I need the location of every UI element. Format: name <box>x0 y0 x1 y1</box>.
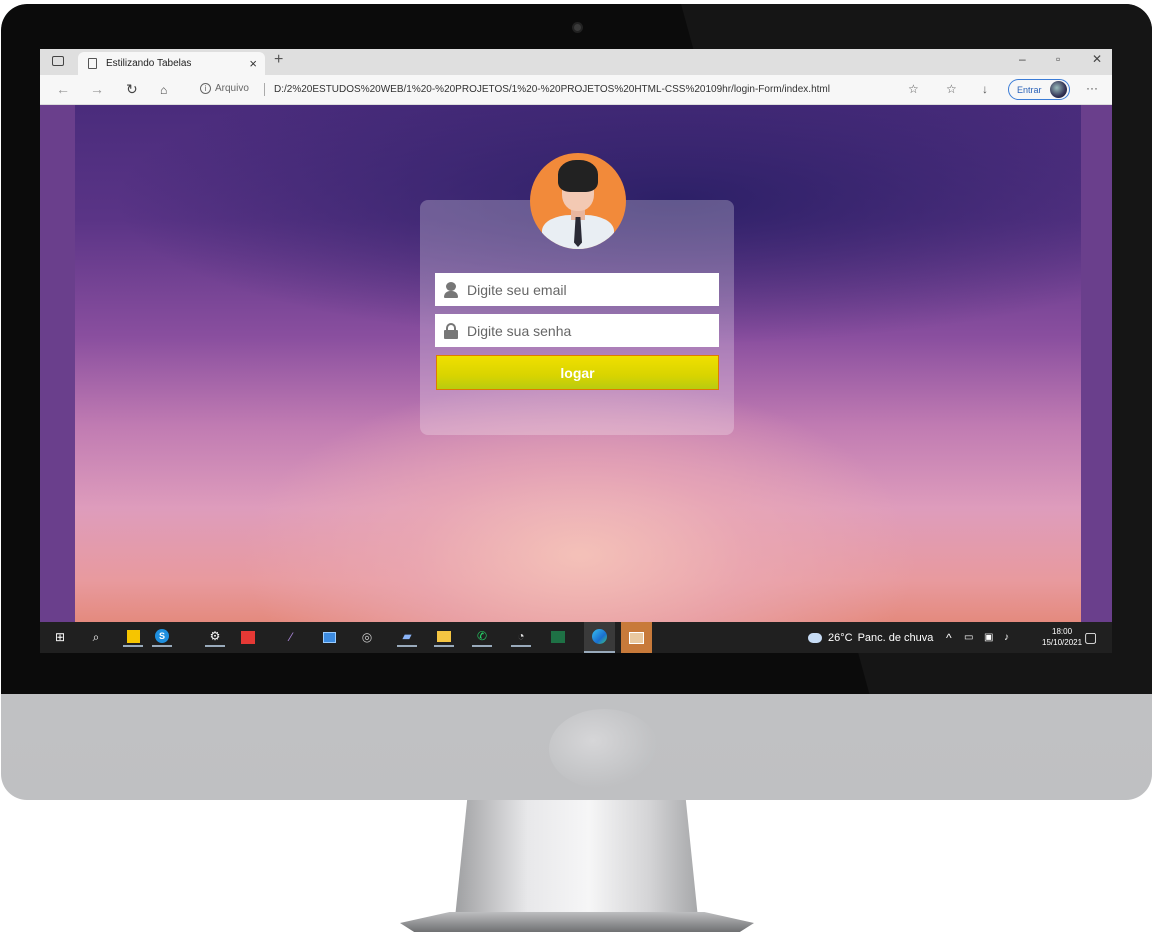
monitor-stand <box>455 800 698 918</box>
anydesk-icon[interactable] <box>238 627 258 647</box>
apple-logo-icon <box>549 709 659 789</box>
file-explorer-icon[interactable] <box>434 627 454 647</box>
downloads-icon[interactable]: ↓ <box>982 82 988 96</box>
skype-icon[interactable]: S <box>152 627 172 647</box>
clock-time: 18:00 <box>1052 627 1073 636</box>
browser-address-bar: ← → ↻ ⌂ i Arquivo D:/2%20ESTUDOS%20WEB/1… <box>40 75 1112 105</box>
site-info[interactable]: i Arquivo <box>200 83 249 94</box>
search-icon[interactable]: ⌕ <box>86 627 106 647</box>
network-icon[interactable]: ▣ <box>984 622 993 653</box>
browser-tab-bar: Estilizando Tabelas × + – ▫ ✕ <box>40 49 1112 75</box>
paint-icon[interactable] <box>621 622 652 653</box>
edge-icon[interactable] <box>584 622 615 653</box>
tab-close-icon[interactable]: × <box>249 56 257 71</box>
stage: Estilizando Tabelas × + – ▫ ✕ ← → ↻ ⌂ i … <box>0 0 1153 945</box>
avatar-hair <box>558 160 598 192</box>
screen: Estilizando Tabelas × + – ▫ ✕ ← → ↻ ⌂ i … <box>40 49 1112 653</box>
tab-title: Estilizando Tabelas <box>106 58 192 69</box>
notifications-icon[interactable]: ▢ <box>1084 622 1097 653</box>
close-window-button[interactable]: ✕ <box>1092 52 1102 66</box>
weather-widget[interactable]: 26°C Panc. de chuva <box>808 622 933 653</box>
chevron-up-icon[interactable]: ^ <box>946 622 952 653</box>
page-icon <box>88 58 97 69</box>
avatar <box>1050 81 1067 98</box>
back-arrow-icon[interactable]: ← <box>56 81 70 97</box>
cloud-icon <box>808 632 822 643</box>
email-input[interactable] <box>467 281 707 298</box>
password-input[interactable] <box>467 322 707 339</box>
tab-actions-icon[interactable] <box>52 56 64 66</box>
tab-estilizando-tabelas[interactable]: Estilizando Tabelas × <box>78 52 265 75</box>
add-favorite-icon[interactable]: ☆ <box>908 82 919 96</box>
divider <box>264 83 265 96</box>
new-tab-button[interactable]: + <box>274 51 283 69</box>
settings-icon[interactable]: ⚙ <box>205 627 225 647</box>
signin-button[interactable]: Entrar <box>1008 79 1070 100</box>
obs-icon[interactable]: ◎ <box>357 627 377 647</box>
restore-button[interactable]: ▫ <box>1056 52 1060 66</box>
signin-label: Entrar <box>1017 84 1042 95</box>
user-avatar <box>530 153 626 249</box>
steam-icon[interactable]: ◔ <box>511 627 531 647</box>
clock[interactable]: 18:00 15/10/2021 <box>1042 626 1082 648</box>
weather-text: Panc. de chuva <box>857 631 934 644</box>
user-icon <box>444 281 458 298</box>
refresh-icon[interactable]: ↻ <box>126 81 138 98</box>
weather-temp: 26°C <box>828 631 853 644</box>
camera <box>574 24 581 31</box>
forward-arrow-icon[interactable]: → <box>90 81 104 97</box>
home-icon[interactable]: ⌂ <box>160 83 167 97</box>
email-field[interactable] <box>435 273 719 306</box>
info-icon: i <box>200 83 211 94</box>
site-info-label: Arquivo <box>215 83 249 94</box>
monitor-stand-foot <box>400 912 754 932</box>
minimize-button[interactable]: – <box>1019 52 1026 66</box>
monitor-icon[interactable] <box>319 627 339 647</box>
favorites-icon[interactable]: ☆ <box>946 82 957 96</box>
more-menu-icon[interactable]: ··· <box>1086 81 1098 95</box>
clock-date: 15/10/2021 <box>1042 638 1083 647</box>
battery-icon[interactable]: ▭ <box>964 622 973 653</box>
password-field[interactable] <box>435 314 719 347</box>
windows-taskbar: ⊞ ⌕ S ⚙ ⁄ ◎ ▰ ✆ ◔ 26°C Panc. de chuva ^ … <box>40 622 1112 653</box>
page-viewport: logar <box>40 105 1112 622</box>
volume-icon[interactable]: ♪ <box>1004 622 1009 653</box>
start-icon[interactable]: ⊞ <box>50 627 70 647</box>
excel-icon[interactable] <box>548 627 568 647</box>
sticky-notes-icon[interactable] <box>123 627 143 647</box>
url-field[interactable]: D:/2%20ESTUDOS%20WEB/1%20-%20PROJETOS/1%… <box>274 84 830 95</box>
whatsapp-icon[interactable]: ✆ <box>472 627 492 647</box>
pen-icon[interactable]: ▰ <box>397 627 417 647</box>
login-page: logar <box>75 105 1081 622</box>
lock-icon <box>444 322 458 339</box>
feather-icon[interactable]: ⁄ <box>281 627 301 647</box>
login-button[interactable]: logar <box>436 355 719 390</box>
